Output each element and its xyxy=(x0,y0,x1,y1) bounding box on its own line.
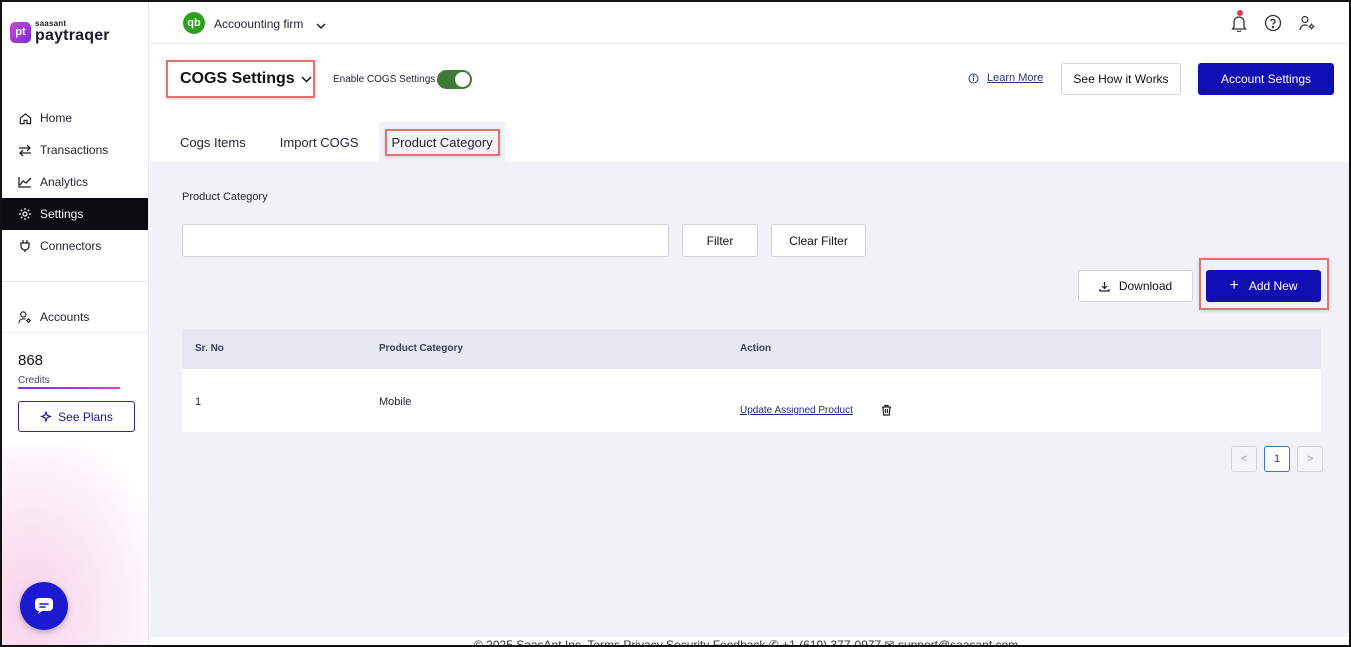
page-header: COGS Settings Enable COGS Settings Learn… xyxy=(150,45,1349,162)
help-icon[interactable] xyxy=(1263,12,1283,34)
chevron-down-icon[interactable] xyxy=(316,17,326,35)
sidebar-item-label: Transactions xyxy=(40,143,109,157)
logo-big-text: paytraqer xyxy=(35,27,110,44)
main-content: Product Category Filter Clear Filter Dow… xyxy=(150,162,1349,637)
credits-label: Credits xyxy=(18,375,50,386)
cell-product-category: Mobile xyxy=(379,396,412,408)
app-frame: pt saasant paytraqer Home Transactions A… xyxy=(0,0,1351,647)
chat-icon xyxy=(34,597,54,615)
table-header: Sr. No Product Category Action xyxy=(182,329,1321,369)
credits-panel: 868 Credits See Plans xyxy=(2,332,148,446)
footer: © 2025 SaasAnt Inc. Terms Privacy Securi… xyxy=(150,637,1349,647)
download-button[interactable]: Download xyxy=(1078,270,1193,302)
notification-dot xyxy=(1237,10,1243,16)
user-settings-icon[interactable] xyxy=(1297,12,1317,34)
see-plans-label: See Plans xyxy=(58,409,113,424)
filter-button[interactable]: Filter xyxy=(682,224,758,257)
sidebar-item-label: Home xyxy=(40,111,73,125)
plus-icon: + xyxy=(1229,277,1239,294)
chart-icon xyxy=(18,175,32,189)
column-header-product-category: Product Category xyxy=(379,343,463,354)
footer-text: © 2025 SaasAnt Inc. Terms Privacy Securi… xyxy=(474,638,1019,647)
column-header-sr-no: Sr. No xyxy=(195,343,224,354)
account-settings-button[interactable]: Account Settings xyxy=(1198,63,1334,95)
page-button-current[interactable]: 1 xyxy=(1264,446,1290,472)
topbar-icons xyxy=(1229,10,1317,34)
sidebar-item-label: Settings xyxy=(40,207,84,221)
sparkle-icon xyxy=(40,410,53,423)
download-icon xyxy=(1099,281,1110,292)
chat-button[interactable] xyxy=(20,582,68,630)
gear-icon xyxy=(18,207,32,221)
bell-icon[interactable] xyxy=(1229,10,1249,34)
plug-icon xyxy=(18,239,32,253)
logo[interactable]: pt saasant paytraqer xyxy=(10,20,110,44)
sidebar-item-label: Accounts xyxy=(40,310,90,324)
column-header-action: Action xyxy=(740,343,772,354)
learn-more-link[interactable]: Learn More xyxy=(968,72,1043,84)
tab-product-category[interactable]: Product Category xyxy=(378,122,506,162)
enable-cogs-label: Enable COGS Settings xyxy=(333,74,436,85)
company-selector[interactable]: Accoounting firm xyxy=(214,17,303,31)
pagination: < 1 > xyxy=(1231,446,1323,472)
sidebar-item-home[interactable]: Home xyxy=(2,102,148,134)
toggle-knob xyxy=(455,72,470,87)
sidebar-item-connectors[interactable]: Connectors xyxy=(2,230,148,262)
next-page-button[interactable]: > xyxy=(1297,446,1323,472)
table-row: 1 Mobile Update Assigned Product xyxy=(182,369,1321,432)
update-assigned-product-link[interactable]: Update Assigned Product xyxy=(740,405,853,416)
sidebar-item-accounts[interactable]: Accounts xyxy=(2,301,148,333)
credits-bar xyxy=(18,387,120,389)
topbar: qb Accoounting firm xyxy=(150,2,1349,44)
tab-label: Product Category xyxy=(384,128,500,156)
tab-cogs-items[interactable]: Cogs Items xyxy=(180,122,246,162)
section-label: Product Category xyxy=(182,191,268,203)
category-search-input[interactable] xyxy=(182,224,669,257)
arrows-icon xyxy=(18,143,32,157)
add-new-label: Add New xyxy=(1248,279,1298,293)
trash-icon[interactable] xyxy=(881,404,892,419)
learn-more-label: Learn More xyxy=(987,72,1044,84)
prev-page-button[interactable]: < xyxy=(1231,446,1257,472)
credits-value: 868 xyxy=(18,352,44,369)
quickbooks-icon: qb xyxy=(183,12,205,34)
sidebar: pt saasant paytraqer Home Transactions A… xyxy=(2,2,149,645)
add-new-button[interactable]: + Add New xyxy=(1206,270,1321,302)
clear-filter-button[interactable]: Clear Filter xyxy=(771,224,866,257)
sidebar-item-label: Connectors xyxy=(40,239,102,253)
logo-mark: pt xyxy=(10,21,31,43)
sidebar-item-label: Analytics xyxy=(40,175,89,189)
sidebar-divider xyxy=(2,281,148,282)
tab-import-cogs[interactable]: Import COGS xyxy=(280,122,359,162)
sidebar-item-analytics[interactable]: Analytics xyxy=(2,166,148,198)
tab-label: Import COGS xyxy=(279,134,359,150)
sidebar-item-transactions[interactable]: Transactions xyxy=(2,134,148,166)
add-new-highlight: + Add New xyxy=(1199,258,1329,310)
category-table: Sr. No Product Category Action 1 Mobile … xyxy=(182,329,1321,432)
tab-label: Cogs Items xyxy=(180,134,246,150)
chevron-down-icon xyxy=(301,70,312,88)
page-title-dropdown[interactable]: COGS Settings xyxy=(166,60,315,98)
home-icon xyxy=(18,111,32,125)
cell-sr-no: 1 xyxy=(195,396,202,408)
tabs: Cogs Items Import COGS Product Category xyxy=(180,122,540,162)
info-icon xyxy=(968,73,979,84)
see-plans-button[interactable]: See Plans xyxy=(18,401,135,432)
download-label: Download xyxy=(1118,279,1173,293)
sidebar-nav: Home Transactions Analytics Settings Con… xyxy=(2,102,148,262)
enable-cogs-toggle[interactable] xyxy=(437,70,472,89)
see-how-it-works-button[interactable]: See How it Works xyxy=(1061,63,1181,95)
sidebar-item-settings[interactable]: Settings xyxy=(2,198,148,230)
user-gear-icon xyxy=(18,310,32,324)
page-title: COGS Settings xyxy=(180,70,295,87)
